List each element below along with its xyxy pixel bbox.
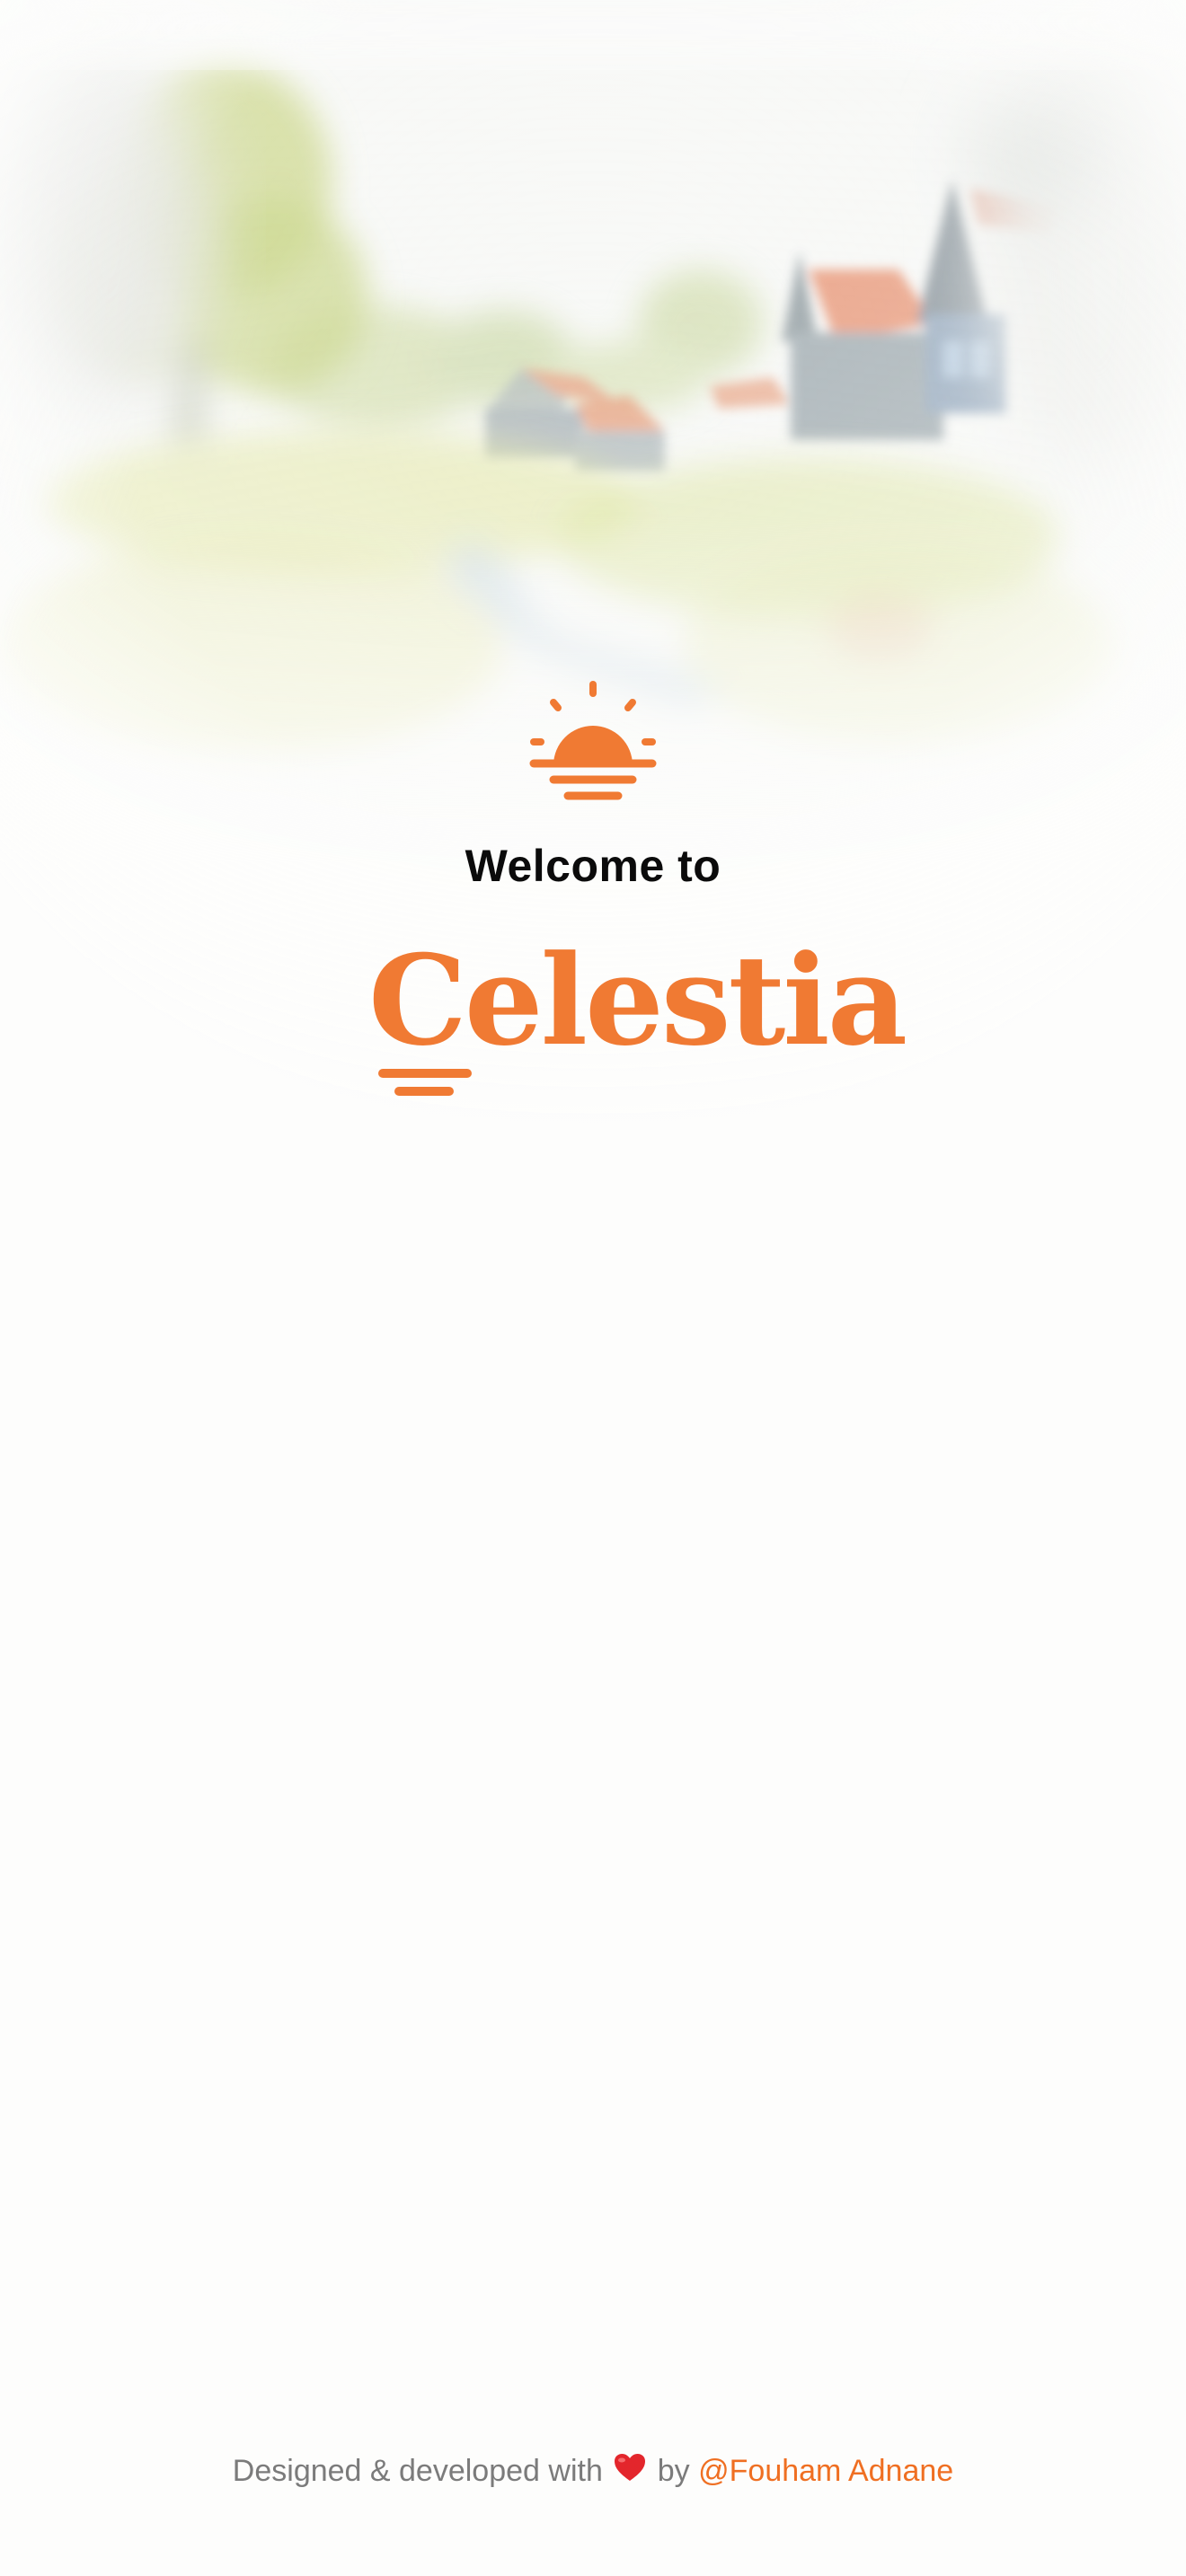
footer-by: by xyxy=(657,2454,690,2488)
footer-prefix: Designed & developed with xyxy=(232,2454,603,2488)
footer-credit: Designed & developed with by @Fouham Adn… xyxy=(0,2452,1186,2489)
splash-screen: Welcome to Celestia Designed & developed… xyxy=(0,0,1186,2576)
sunrise-icon xyxy=(528,681,658,807)
author-link[interactable]: @Fouham Adnane xyxy=(698,2454,953,2488)
brand-name: Celestia xyxy=(368,927,907,1073)
wordmark-underline xyxy=(378,1069,472,1096)
heart-icon xyxy=(613,2452,647,2483)
welcome-heading: Welcome to xyxy=(465,841,721,891)
brand-wordmark: Celestia xyxy=(368,927,907,1100)
